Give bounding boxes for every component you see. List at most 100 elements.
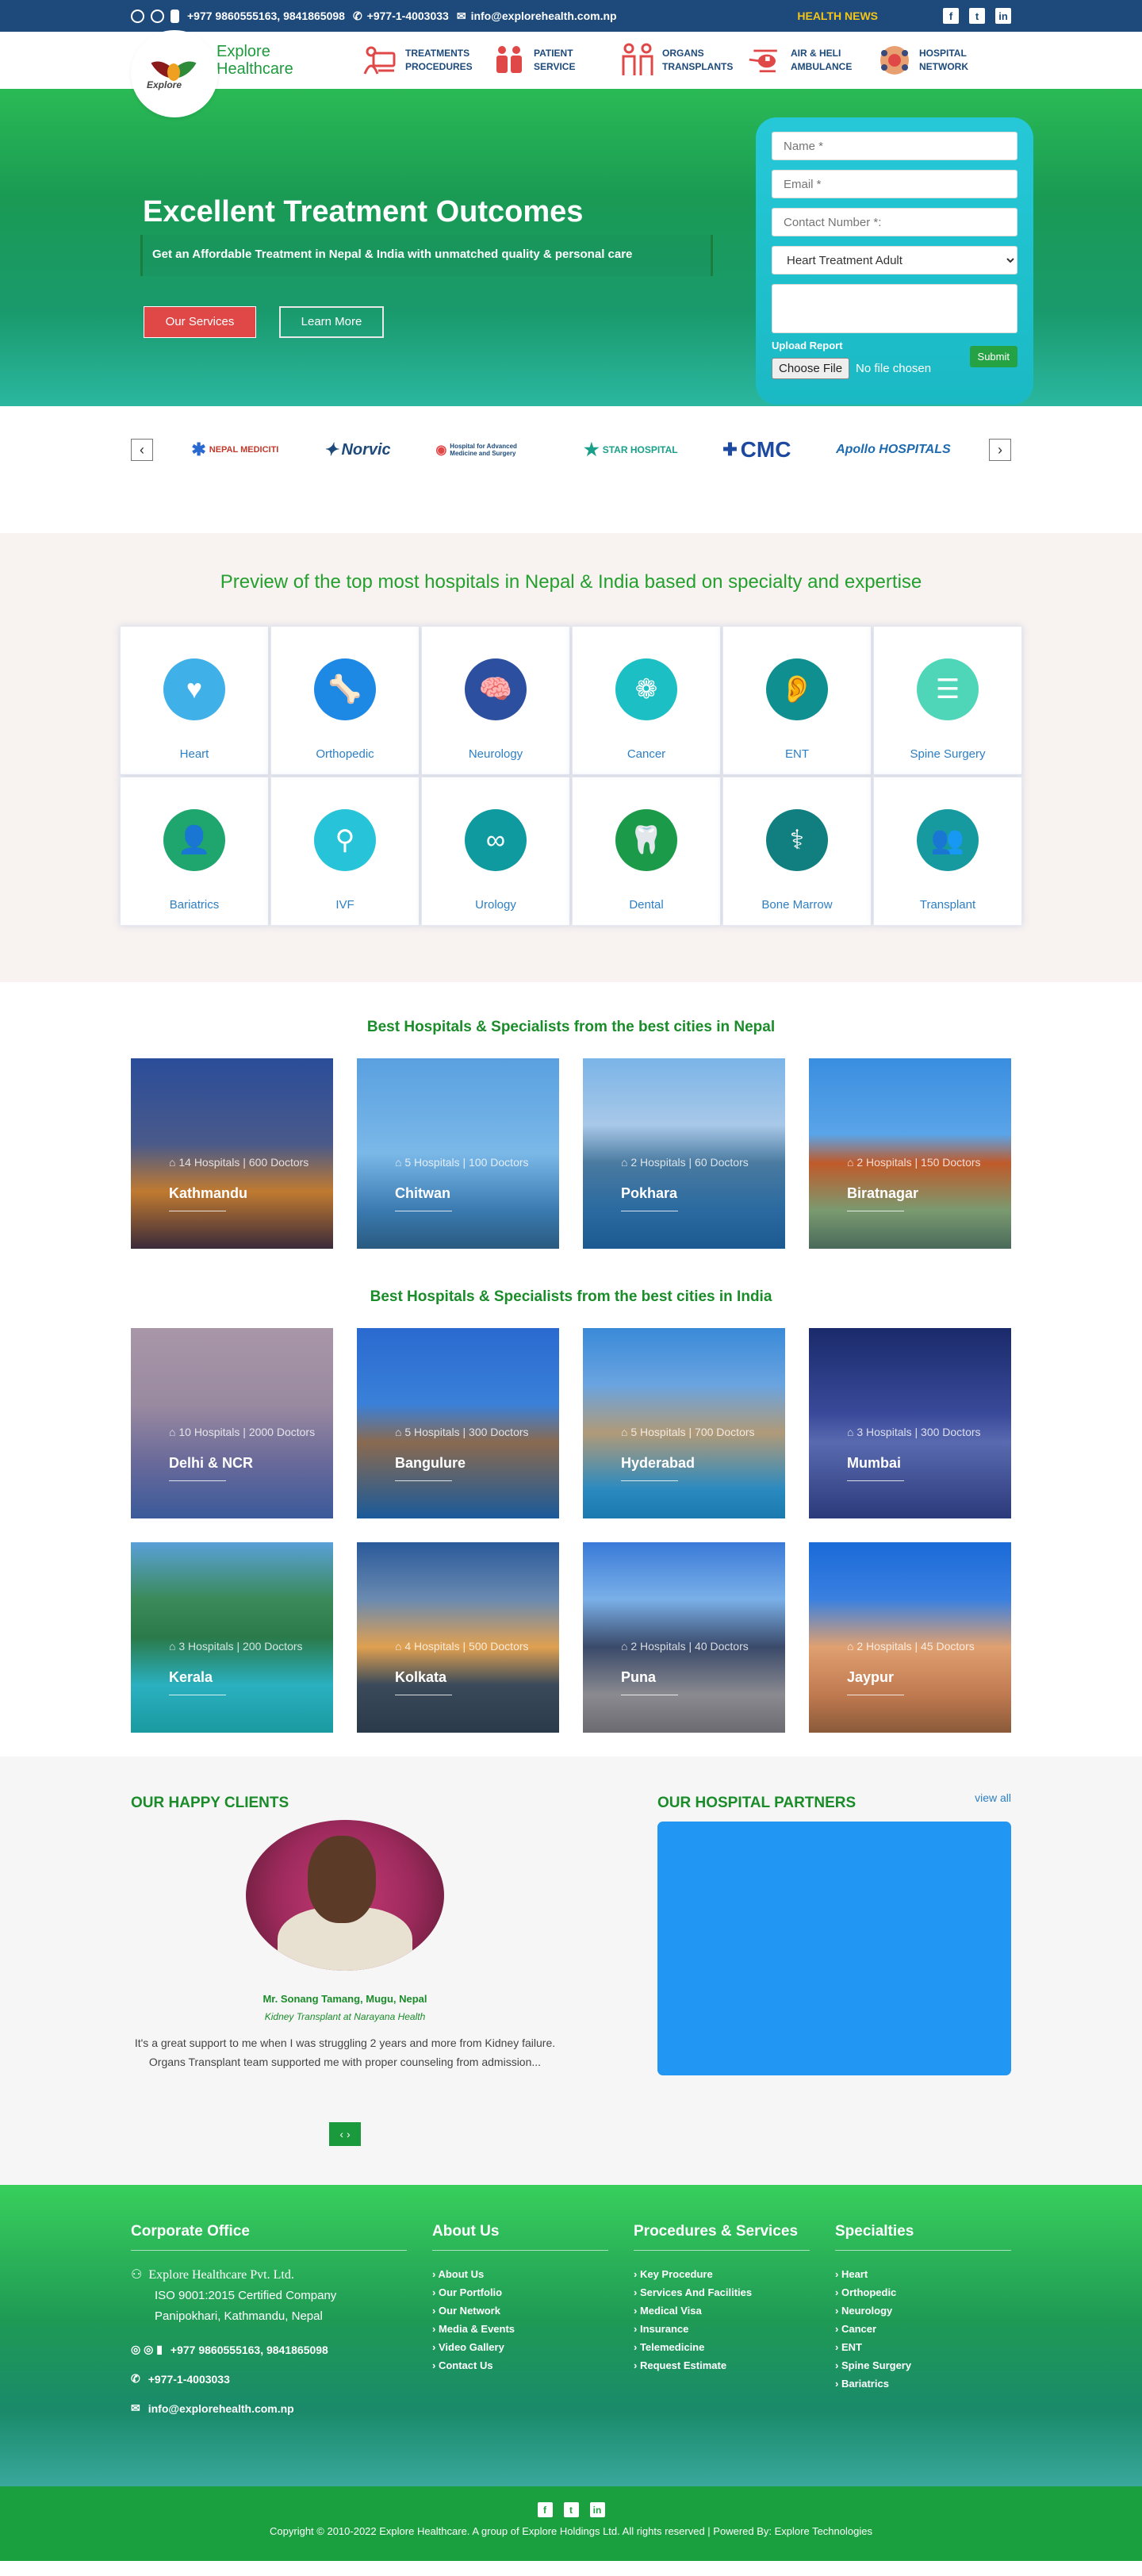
facebook-icon[interactable]: f	[537, 2502, 553, 2517]
nav-patient-service[interactable]: PATIENT SERVICE	[491, 42, 604, 79]
choose-file-button[interactable]: Choose File	[772, 358, 850, 379]
treatment-select[interactable]: Heart Treatment Adult	[772, 246, 1017, 274]
nepal-cities-section: Best Hospitals & Specialists from the be…	[0, 982, 1142, 1733]
specialty-card[interactable]: ⚲ IVF	[270, 777, 420, 926]
footer-link[interactable]: Orthopedic	[835, 2283, 1011, 2302]
view-all-link[interactable]: view all	[975, 1791, 1011, 1804]
footer-link[interactable]: About Us	[432, 2265, 608, 2283]
footer-link[interactable]: Heart	[835, 2265, 1011, 2283]
footer-link[interactable]: Medical Visa	[634, 2302, 810, 2320]
footer-link[interactable]: Spine Surgery	[835, 2356, 1011, 2374]
carousel-prev-button[interactable]: ‹	[131, 439, 153, 461]
specialty-card[interactable]: 👂 ENT	[722, 626, 872, 775]
city-card[interactable]: ⌂ 5 Hospitals | 100 Doctors Chitwan	[357, 1058, 559, 1249]
health-news-link[interactable]: HEALTH NEWS	[797, 10, 878, 22]
city-card[interactable]: ⌂ 10 Hospitals | 2000 Doctors Delhi & NCR	[131, 1328, 333, 1518]
whatsapp-icon[interactable]	[131, 9, 144, 23]
nav-organs-transplants[interactable]: ORGANS TRANSPLANTS	[619, 42, 733, 79]
hospital-partners: OUR HOSPITAL PARTNERS view all	[657, 1791, 1011, 2146]
topbar-email-link[interactable]: ✉ info@explorehealth.com.np	[457, 10, 617, 23]
city-card[interactable]: ⌂ 2 Hospitals | 60 Doctors Pokhara	[583, 1058, 785, 1249]
city-card[interactable]: ⌂ 5 Hospitals | 700 Doctors Hyderabad	[583, 1328, 785, 1518]
nav-air-ambulance[interactable]: AIR & HELI AMBULANCE	[748, 42, 860, 79]
city-card[interactable]: ⌂ 14 Hospitals | 600 Doctors Kathmandu	[131, 1058, 333, 1249]
brand-name[interactable]: Explore Healthcare	[217, 43, 293, 78]
footer-email-row[interactable]: ✉ info@explorehealth.com.np	[131, 2401, 407, 2415]
contact-number-field[interactable]	[772, 208, 1017, 236]
testimonial-nav[interactable]: ‹ ›	[131, 2122, 559, 2146]
footer-link[interactable]: Services And Facilities	[634, 2283, 810, 2302]
specialty-glyph: ⚲	[335, 825, 355, 855]
partners-video-panel[interactable]	[657, 1822, 1011, 2075]
nav-label: AIR & HELI	[791, 48, 841, 59]
twitter-icon[interactable]: t	[969, 8, 985, 24]
partner-logo[interactable]: ★ STAR HOSPITAL	[584, 440, 678, 460]
topbar-phones[interactable]: +977 9860555163, 9841865098	[187, 10, 345, 22]
specialty-card[interactable]: ⚕ Bone Marrow	[722, 777, 872, 926]
specialty-card[interactable]: 🦴 Orthopedic	[270, 626, 420, 775]
city-stats-text: 5 Hospitals | 300 Doctors	[404, 1426, 529, 1438]
footer-link[interactable]: Cancer	[835, 2320, 1011, 2338]
city-card[interactable]: ⌂ 3 Hospitals | 200 Doctors Kerala	[131, 1542, 333, 1733]
learn-more-button[interactable]: Learn More	[279, 306, 384, 338]
partner-logo[interactable]: ✱ NEPAL MEDICITI	[191, 440, 278, 460]
twitter-icon[interactable]: t	[563, 2502, 579, 2517]
footer-landline-row[interactable]: ✆ +977-1-4003033	[131, 2372, 407, 2386]
hero-banner: Excellent Treatment Outcomes Get an Affo…	[0, 89, 1142, 406]
footer-link[interactable]: Our Portfolio	[432, 2283, 608, 2302]
chevron-left-right-icon[interactable]: ‹ ›	[329, 2122, 361, 2146]
logo[interactable]: Explore	[131, 30, 218, 117]
topbar-email: info@explorehealth.com.np	[470, 10, 617, 22]
city-card[interactable]: ⌂ 3 Hospitals | 300 Doctors Mumbai	[809, 1328, 1011, 1518]
city-card[interactable]: ⌂ 2 Hospitals | 40 Doctors Puna	[583, 1542, 785, 1733]
footer-link[interactable]: Contact Us	[432, 2356, 608, 2374]
footer: Corporate Office ⚇ Explore Healthcare Pvt…	[0, 2185, 1142, 2486]
specialty-card[interactable]: ♥ Heart	[120, 626, 269, 775]
specialty-card[interactable]: 👤 Bariatrics	[120, 777, 269, 926]
topbar-landline: +977-1-4003033	[366, 10, 449, 22]
submit-button[interactable]: Submit	[969, 346, 1017, 367]
footer-link[interactable]: Key Procedure	[634, 2265, 810, 2283]
city-stats-text: 4 Hospitals | 500 Doctors	[404, 1640, 529, 1653]
name-field[interactable]	[772, 132, 1017, 160]
linkedin-icon[interactable]: in	[995, 8, 1011, 24]
heart-icon: ♥	[163, 658, 225, 720]
partner-logo[interactable]: ✦ Norvic	[324, 440, 391, 460]
city-card[interactable]: ⌂ 4 Hospitals | 500 Doctors Kolkata	[357, 1542, 559, 1733]
specialty-card[interactable]: 👥 Transplant	[873, 777, 1022, 926]
carousel-next-button[interactable]: ›	[989, 439, 1011, 461]
footer-phones-row[interactable]: ◎ ◎ ▮ +977 9860555163, 9841865098	[131, 2343, 407, 2356]
partner-logo[interactable]: ✚ CMC	[722, 437, 791, 463]
specialty-card[interactable]: 🦷 Dental	[572, 777, 721, 926]
message-field[interactable]	[772, 284, 1017, 333]
city-card[interactable]: ⌂ 2 Hospitals | 45 Doctors Jaypur	[809, 1542, 1011, 1733]
footer-link[interactable]: Telemedicine	[634, 2338, 810, 2356]
nav-treatments[interactable]: TREATMENTS PROCEDURES	[362, 42, 475, 79]
specialty-glyph: 👂	[780, 674, 814, 704]
footer-link[interactable]: Request Estimate	[634, 2356, 810, 2374]
viber-icon[interactable]	[151, 9, 164, 23]
topbar-landline-link[interactable]: ✆ +977-1-4003033	[353, 10, 449, 23]
footer-link[interactable]: ENT	[835, 2338, 1011, 2356]
footer-link[interactable]: Media & Events	[432, 2320, 608, 2338]
city-card[interactable]: ⌂ 5 Hospitals | 300 Doctors Bangulure	[357, 1328, 559, 1518]
specialty-card[interactable]: ∞ Urology	[421, 777, 570, 926]
partner-logo[interactable]: ◉ Hospital for Advanced Medicine and Surg…	[435, 442, 538, 458]
linkedin-icon[interactable]: in	[589, 2502, 605, 2517]
footer-link[interactable]: Neurology	[835, 2302, 1011, 2320]
footer-link[interactable]: Video Gallery	[432, 2338, 608, 2356]
specialty-card[interactable]: ☰ Spine Surgery	[873, 626, 1022, 775]
specialty-card[interactable]: ❁ Cancer	[572, 626, 721, 775]
our-services-button[interactable]: Our Services	[144, 306, 256, 338]
email-field[interactable]	[772, 170, 1017, 198]
specialty-label: Dental	[629, 898, 664, 912]
footer-link[interactable]: Our Network	[432, 2302, 608, 2320]
specialty-label: Bone Marrow	[761, 898, 833, 912]
facebook-icon[interactable]: f	[943, 8, 959, 24]
city-card[interactable]: ⌂ 2 Hospitals | 150 Doctors Biratnagar	[809, 1058, 1011, 1249]
nav-hospital-network[interactable]: HOSPITAL NETWORK	[876, 42, 989, 79]
footer-link[interactable]: Insurance	[634, 2320, 810, 2338]
specialty-card[interactable]: 🧠 Neurology	[421, 626, 570, 775]
partner-logo[interactable]: Apollo HOSPITALS	[836, 443, 951, 457]
footer-link[interactable]: Bariatrics	[835, 2374, 1011, 2393]
